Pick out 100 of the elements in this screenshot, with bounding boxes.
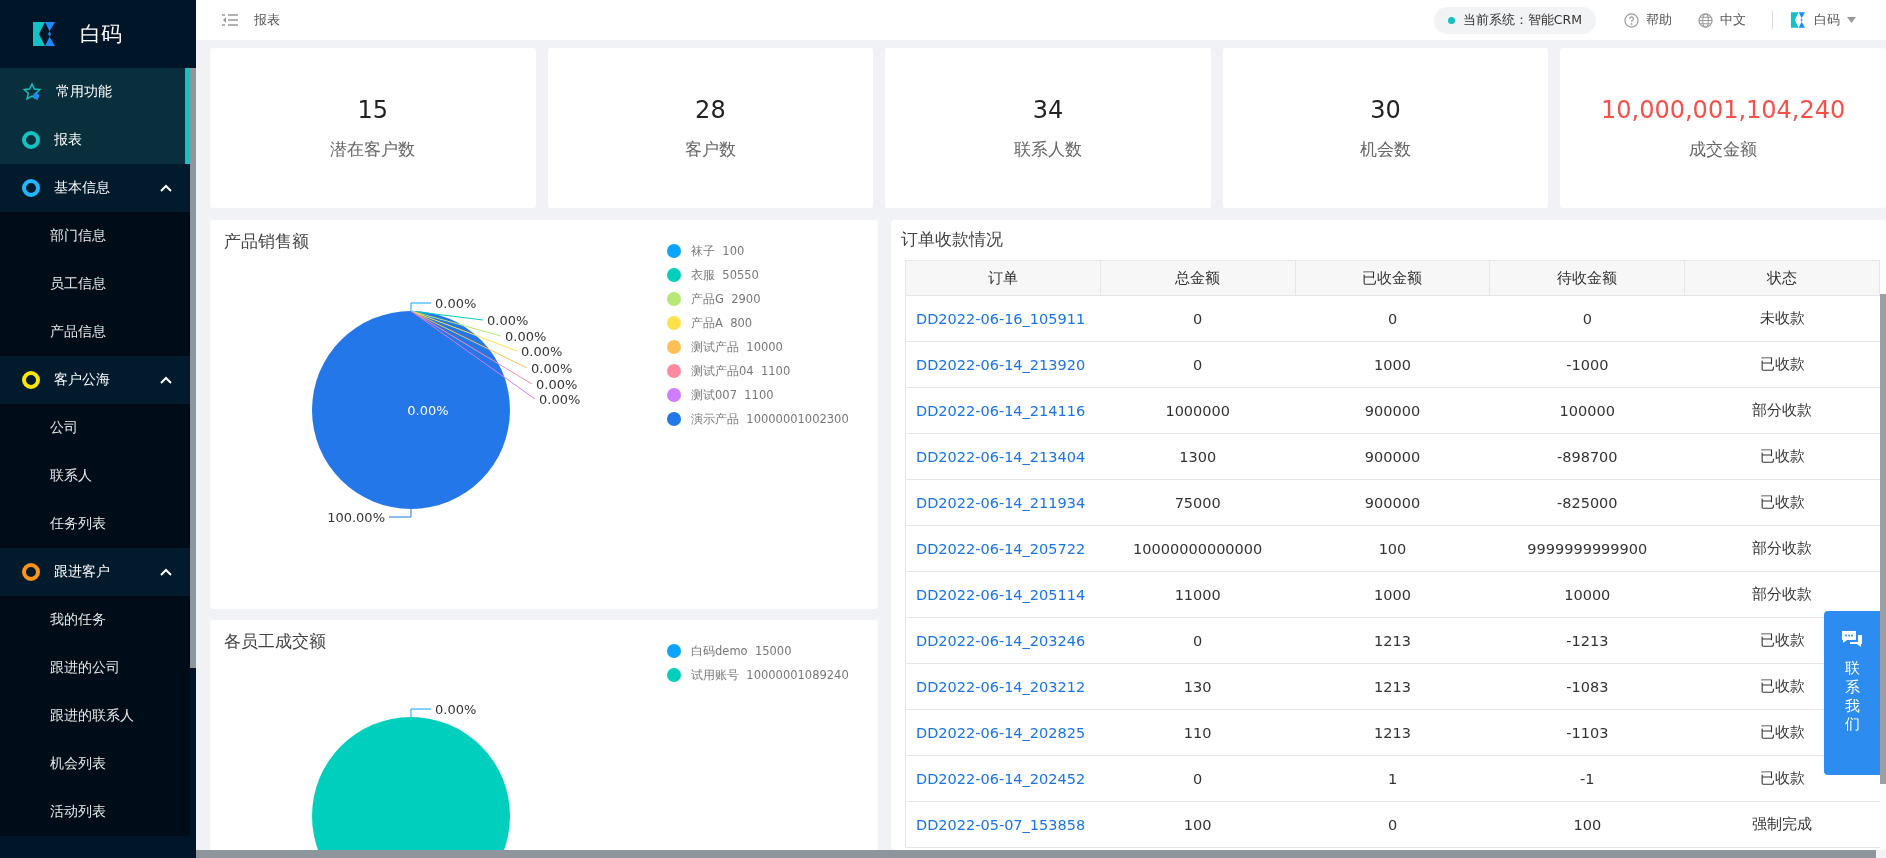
table-cell: 1213 [1295,663,1490,710]
brand-name: 白码 [80,21,122,48]
table-cell: 1213 [1295,709,1490,756]
panel-title: 订单收款情况 [901,228,1003,251]
menu-item[interactable]: 联系人 [0,452,190,500]
table-cell: 0 [1489,295,1685,342]
table-cell: 1000000 [1100,387,1296,434]
menu-group[interactable]: 客户公海 [0,356,190,404]
stat-label: 客户数 [684,137,736,161]
chat-icon [1840,629,1864,649]
order-link[interactable]: DD2022-05-07_153858 [916,816,1086,833]
order-link[interactable]: DD2022-06-14_213404 [916,448,1086,465]
table-cell: 1000 [1295,341,1490,388]
collapse-menu-icon[interactable] [222,13,238,27]
panel-title: 各员工成交额 [224,630,326,653]
breadcrumb: 报表 [254,11,280,29]
table-cell: 未收款 [1684,295,1880,342]
stat-value: 15 [357,95,389,124]
column-header: 总金额 [1100,260,1296,296]
language-link[interactable]: 中文 [1698,11,1746,29]
table-cell: -1 [1489,755,1685,802]
menu-item[interactable]: 机会列表 [0,740,190,788]
legend-item[interactable]: 白码demo 15000 [667,642,849,660]
table-cell: -898700 [1489,433,1685,480]
menu-group[interactable]: 跟进客户 [0,548,190,596]
table-cell: 900000 [1295,479,1490,526]
table-cell: 1 [1295,755,1490,802]
legend-item[interactable]: 试用账号 10000001089240 [667,666,849,684]
table-cell: 0 [1100,755,1296,802]
order-link[interactable]: DD2022-06-14_202825 [916,724,1086,741]
table-cell: -1213 [1489,617,1685,664]
order-link[interactable]: DD2022-06-14_202452 [916,770,1086,787]
column-header: 已收金额 [1295,260,1490,296]
order-link[interactable]: DD2022-06-14_203246 [916,632,1086,649]
table-cell: 100 [1100,801,1296,848]
order-link[interactable]: DD2022-06-14_205722 [916,540,1086,557]
order-link[interactable]: DD2022-06-14_203212 [916,678,1086,695]
table-cell: -1000 [1489,341,1685,388]
table-cell: 部分收款 [1684,525,1880,572]
order-link[interactable]: DD2022-06-14_214116 [916,402,1086,419]
data-label: 0.00% [407,403,449,418]
user-menu[interactable]: 白码 [1814,11,1840,29]
menu-item[interactable]: 任务列表 [0,500,190,548]
table-cell: -1103 [1489,709,1685,756]
data-label: 0.00% [531,361,573,376]
legend-item[interactable]: 测试007 1100 [667,386,849,404]
order-link[interactable]: DD2022-06-14_213920 [916,356,1086,373]
table-cell: -825000 [1489,479,1685,526]
menu-item[interactable]: 跟进的公司 [0,644,190,692]
menu-item[interactable]: 产品信息 [0,308,190,356]
leader-line [410,708,432,718]
order-link[interactable]: DD2022-06-16_105911 [916,310,1086,327]
table-cell: 900000 [1295,433,1490,480]
table-cell: 部分收款 [1684,387,1880,434]
legend-item[interactable]: 袜子 100 [667,242,849,260]
menu-item[interactable]: 跟进的联系人 [0,692,190,740]
data-label: 100.00% [327,510,385,525]
star-icon [22,82,42,102]
caret-icon[interactable] [1847,17,1856,23]
data-label: 0.00% [487,313,529,328]
order-link[interactable]: DD2022-06-14_211934 [916,494,1086,511]
table-cell: 100000 [1489,387,1685,434]
legend-item[interactable]: 测试产品04 1100 [667,362,849,380]
scrollbar[interactable] [196,850,1876,858]
menu-item[interactable]: 常用功能 [0,68,190,116]
chevron-icon [160,568,172,576]
scrollbar[interactable] [1880,294,1886,784]
menu-item[interactable]: 我的任务 [0,596,190,644]
menu-item[interactable]: 活动列表 [0,788,190,836]
contact-us-button[interactable]: 联系我们 [1824,611,1880,775]
table-cell: 已收款 [1684,479,1880,526]
table-cell: 100 [1489,801,1685,848]
table-cell: 9999999999900 [1489,525,1685,572]
menu-item[interactable]: 部门信息 [0,212,190,260]
table-cell: 11000 [1100,571,1296,618]
legend-item[interactable]: 衣服 50550 [667,266,849,284]
table-cell: 75000 [1100,479,1296,526]
legend-item[interactable]: 产品A 800 [667,314,849,332]
stat-label: 机会数 [1360,137,1412,161]
menu-item[interactable]: 报表 [0,116,190,164]
logo-icon [30,20,58,48]
system-badge: 当前系统：智能CRM [1433,6,1596,34]
table-cell: -1083 [1489,663,1685,710]
legend-item[interactable]: 演示产品 10000001002300 [667,410,849,428]
column-header: 状态 [1684,260,1880,296]
menu-item[interactable]: 员工信息 [0,260,190,308]
data-label: 0.00% [536,377,578,392]
table-cell: 1300 [1100,433,1296,480]
table-cell: 1000 [1295,571,1490,618]
table-cell: 0 [1295,295,1490,342]
legend-item[interactable]: 测试产品 10000 [667,338,849,356]
table-cell: 900000 [1295,387,1490,434]
menu-group[interactable]: 基本信息 [0,164,190,212]
scrollbar[interactable] [190,68,196,668]
menu-item[interactable]: 公司 [0,404,190,452]
legend-item[interactable]: 产品G 2900 [667,290,849,308]
help-link[interactable]: 帮助 [1624,11,1672,29]
table-cell: 130 [1100,663,1296,710]
table-cell: 已收款 [1684,341,1880,388]
order-link[interactable]: DD2022-06-14_205114 [916,586,1086,603]
